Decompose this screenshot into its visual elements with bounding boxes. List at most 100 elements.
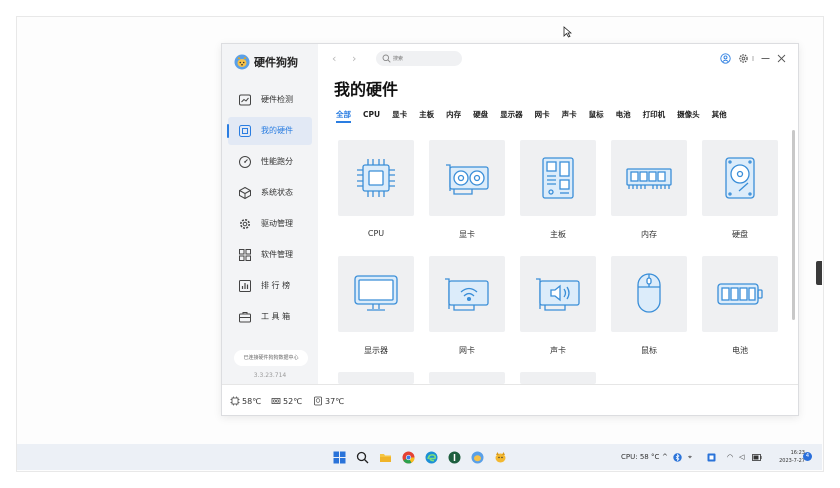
search-box[interactable] <box>376 51 462 66</box>
category-tabs: 全部 CPU 显卡 主板 内存 硬盘 显示器 网卡 声卡 鼠标 电池 打印机 摄… <box>336 109 739 123</box>
app-icon[interactable] <box>448 451 461 464</box>
hardware-card-network[interactable] <box>429 256 505 332</box>
volume-icon[interactable]: ◁ <box>739 453 744 461</box>
minimize-icon[interactable] <box>760 53 771 64</box>
monitor-icon <box>354 275 398 311</box>
tab-monitor[interactable]: 显示器 <box>500 109 523 123</box>
edge-icon[interactable] <box>425 451 438 464</box>
hardware-label: 内存 <box>641 230 657 239</box>
nav-label: 工 具 箱 <box>261 312 291 321</box>
nav-label: 性能跑分 <box>261 157 293 166</box>
hardware-card-gpu[interactable] <box>429 140 505 216</box>
hardware-card-memory[interactable] <box>611 140 687 216</box>
main-content: 我的硬件 全部 CPU 显卡 主板 内存 硬盘 显示器 网卡 声卡 鼠标 电池 … <box>318 74 798 384</box>
network-tray-icon[interactable]: ⌖ <box>688 453 692 462</box>
version-label: 3.3.23.714 <box>253 372 287 379</box>
battery-tray-icon[interactable] <box>752 454 762 461</box>
nav-item-software-management[interactable]: 软件管理 <box>228 241 312 269</box>
tab-motherboard[interactable]: 主板 <box>419 109 434 123</box>
tab-gpu[interactable]: 显卡 <box>392 109 407 123</box>
hardware-label: 显卡 <box>459 230 475 239</box>
file-explorer-icon[interactable] <box>379 451 392 464</box>
hardware-label: 显示器 <box>364 346 388 355</box>
tray-cpu-temp[interactable]: CPU: 58 °C <box>621 453 659 461</box>
chrome-icon[interactable] <box>402 451 415 464</box>
tab-camera[interactable]: 摄像头 <box>677 109 700 123</box>
tab-sound[interactable]: 声卡 <box>562 109 577 123</box>
temperature-bar: 58℃ 52℃ 37℃ <box>222 384 798 415</box>
nav-item-ranking[interactable]: 排 行 榜 <box>228 272 312 300</box>
memory-icon <box>626 168 672 189</box>
hardware-card-battery[interactable] <box>702 256 778 332</box>
page-title: 我的硬件 <box>334 80 399 99</box>
hardware-card-partial[interactable] <box>338 372 414 384</box>
speedometer-icon <box>239 156 251 168</box>
toolbox-icon <box>239 312 251 323</box>
bluetooth-icon[interactable] <box>673 453 682 462</box>
tab-all[interactable]: 全部 <box>336 109 351 123</box>
search-input[interactable] <box>393 53 453 64</box>
tab-memory[interactable]: 内存 <box>446 109 461 123</box>
tab-battery[interactable]: 电池 <box>616 109 631 123</box>
wifi-icon[interactable]: ◠ <box>727 453 733 461</box>
hardware-card-partial[interactable] <box>429 372 505 384</box>
user-icon[interactable] <box>720 53 731 64</box>
nav-item-my-hardware[interactable]: 我的硬件 <box>227 117 312 145</box>
windows-start-icon[interactable] <box>333 451 346 464</box>
hardware-label: 电池 <box>732 346 748 355</box>
hardware-card-partial[interactable] <box>520 372 596 384</box>
hardware-label: 主板 <box>550 230 566 239</box>
cpu-temp: 58℃ <box>230 396 261 406</box>
divider-icon <box>752 56 754 61</box>
close-icon[interactable] <box>776 53 787 64</box>
settings-icon[interactable] <box>738 53 749 64</box>
hardware-label: 网卡 <box>459 346 475 355</box>
scrollbar[interactable] <box>792 130 795 320</box>
hardware-card-cpu[interactable] <box>338 140 414 216</box>
search-icon[interactable] <box>356 451 369 464</box>
clock-time: 16:23 <box>790 450 805 456</box>
cube-icon <box>239 186 251 200</box>
gpu-temp-value: 52℃ <box>283 396 303 406</box>
hardware-card-disk[interactable] <box>702 140 778 216</box>
app-window: 硬件狗狗 硬件检测 我的硬件 性能跑分 系统状态 驱动管理 软件管理 排 行 榜… <box>221 43 799 416</box>
notification-badge[interactable]: 4 <box>803 452 812 461</box>
hardware-label: 声卡 <box>550 346 566 355</box>
hardware-card-monitor[interactable] <box>338 256 414 332</box>
hardware-card-sound[interactable] <box>520 256 596 332</box>
hardware-dog-app-icon[interactable] <box>471 451 484 464</box>
tab-disk[interactable]: 硬盘 <box>473 109 488 123</box>
sidebar: 硬件狗狗 硬件检测 我的硬件 性能跑分 系统状态 驱动管理 软件管理 排 行 榜… <box>222 44 318 384</box>
hardware-card-mouse[interactable] <box>611 256 687 332</box>
nav-item-benchmark[interactable]: 性能跑分 <box>228 148 312 176</box>
app-tray-icon[interactable] <box>707 453 716 462</box>
nav-item-driver-management[interactable]: 驱动管理 <box>228 210 312 238</box>
hardware-icon <box>239 125 251 137</box>
tab-other[interactable]: 其他 <box>712 109 727 123</box>
tab-network[interactable]: 网卡 <box>535 109 550 123</box>
forward-arrow-icon[interactable]: › <box>352 52 356 65</box>
gpu-small-icon <box>271 398 281 404</box>
gear-icon <box>240 219 250 229</box>
motherboard-icon <box>542 157 574 199</box>
chart-icon <box>239 94 251 106</box>
chevron-up-icon[interactable]: ^ <box>662 453 668 461</box>
nav-item-system-status[interactable]: 系统状态 <box>228 179 312 207</box>
hardware-label: CPU <box>367 229 385 238</box>
nav-label: 排 行 榜 <box>261 281 291 290</box>
ranking-icon <box>239 280 251 292</box>
tab-cpu[interactable]: CPU <box>363 109 380 123</box>
data-center-status-button[interactable]: 已连接硬件狗狗数据中心 <box>234 350 308 366</box>
clock[interactable]: 16:23 2023-7-27 <box>779 449 805 465</box>
clock-date: 2023-7-27 <box>779 458 805 464</box>
search-icon <box>382 54 391 63</box>
back-arrow-icon[interactable]: ‹ <box>332 52 336 65</box>
dog-app-icon[interactable] <box>494 451 507 464</box>
nav-label: 硬件检测 <box>261 95 293 104</box>
nav-item-hardware-detection[interactable]: 硬件检测 <box>228 86 312 114</box>
side-handle[interactable] <box>816 261 822 285</box>
nav-item-toolbox[interactable]: 工 具 箱 <box>228 303 312 331</box>
tab-mouse[interactable]: 鼠标 <box>589 109 604 123</box>
hardware-card-motherboard[interactable] <box>520 140 596 216</box>
tab-printer[interactable]: 打印机 <box>643 109 666 123</box>
